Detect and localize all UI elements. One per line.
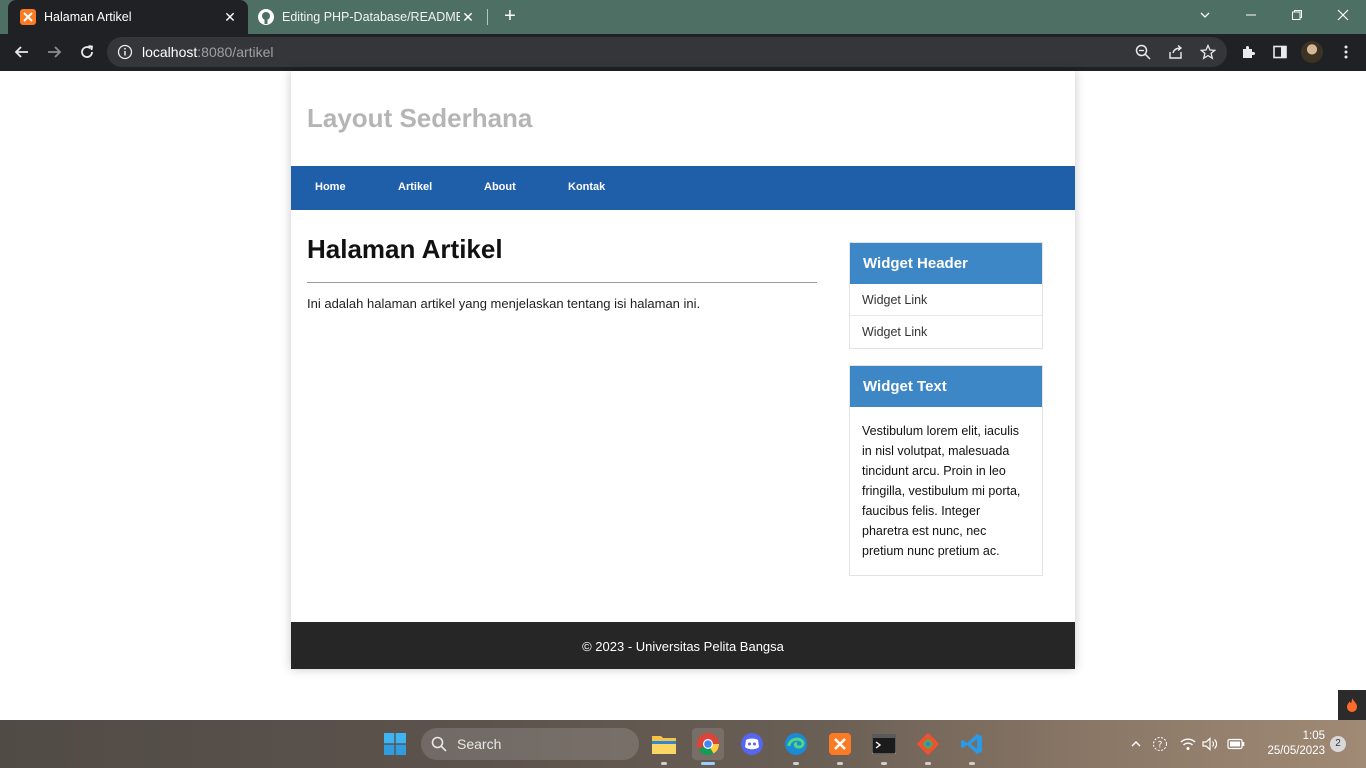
article-body: Ini adalah halaman artikel yang menjelas… <box>307 296 701 311</box>
xampp-icon[interactable] <box>824 728 856 765</box>
widget-text: Widget Text Vestibulum lorem elit, iacul… <box>849 365 1043 576</box>
tab-separator <box>487 9 488 25</box>
nav-artikel[interactable]: Artikel <box>398 181 432 193</box>
site-header: Layout Sederhana <box>291 71 1075 166</box>
new-tab-icon[interactable]: + <box>499 5 521 27</box>
nav-about[interactable]: About <box>484 181 516 193</box>
bookmark-star-icon[interactable] <box>1196 40 1220 64</box>
share-icon[interactable] <box>1164 40 1188 64</box>
browser-tab-strip: Halaman Artikel ✕ Editing PHP-Database/R… <box>0 0 1366 34</box>
forward-icon[interactable] <box>42 40 66 64</box>
volume-icon[interactable] <box>1200 734 1220 754</box>
main-nav: Home Artikel About Kontak <box>291 166 1075 210</box>
site-info-icon[interactable] <box>117 44 133 65</box>
battery-icon[interactable] <box>1226 734 1246 754</box>
flame-icon[interactable] <box>1338 690 1366 720</box>
back-icon[interactable] <box>10 40 34 64</box>
svg-text:?: ? <box>1158 741 1163 751</box>
widget-header-title: Widget Header <box>850 243 1042 284</box>
side-panel-icon[interactable] <box>1268 40 1292 64</box>
running-indicator <box>793 762 799 765</box>
help-icon[interactable]: ? <box>1150 734 1170 754</box>
browser-toolbar: localhost:8080/artikel <box>0 34 1366 71</box>
extensions-icon[interactable] <box>1236 40 1260 64</box>
running-indicator <box>969 762 975 765</box>
tab-title: Editing PHP-Database/README.m <box>282 10 460 24</box>
windows-taskbar: Search ? 1:05 25/05/2023 2 <box>0 720 1366 768</box>
terminal-icon[interactable] <box>868 728 900 765</box>
widget-links: Widget Header Widget Link Widget Link <box>849 242 1043 349</box>
more-menu-icon[interactable] <box>1334 40 1358 64</box>
reload-icon[interactable] <box>75 40 99 64</box>
url-path: :8080/artikel <box>197 44 274 60</box>
xampp-icon <box>20 9 36 25</box>
profile-avatar[interactable] <box>1301 41 1323 63</box>
windows-start-icon[interactable] <box>384 733 406 755</box>
running-indicator <box>701 762 715 765</box>
search-label: Search <box>457 736 502 752</box>
url-text: localhost:8080/artikel <box>142 44 274 60</box>
edge-icon[interactable] <box>780 728 812 765</box>
url-host: localhost <box>142 44 198 60</box>
site-title: Layout Sederhana <box>307 103 533 133</box>
web-page: Layout Sederhana Home Artikel About Kont… <box>0 71 1366 720</box>
running-indicator <box>661 762 667 765</box>
clock-date: 25/05/2023 <box>1267 745 1325 757</box>
close-tab-icon[interactable]: ✕ <box>460 9 476 26</box>
taskbar-search[interactable]: Search <box>421 728 639 760</box>
widget-link[interactable]: Widget Link <box>850 284 1042 316</box>
close-window-icon[interactable] <box>1320 0 1366 30</box>
vscode-icon[interactable] <box>956 728 988 765</box>
zoom-icon[interactable] <box>1131 40 1155 64</box>
widget-link[interactable]: Widget Link <box>850 316 1042 348</box>
close-tab-icon[interactable]: ✕ <box>222 9 238 26</box>
running-indicator <box>837 762 843 765</box>
address-bar[interactable]: localhost:8080/artikel <box>107 37 1227 67</box>
file-explorer-icon[interactable] <box>648 728 680 765</box>
tab-title: Halaman Artikel <box>44 10 132 24</box>
taskbar-clock[interactable]: 1:05 25/05/2023 <box>1255 729 1325 759</box>
widget-text-body: Vestibulum lorem elit, iaculis in nisl v… <box>862 424 1021 558</box>
heading-divider <box>307 282 817 283</box>
git-app-icon[interactable] <box>912 728 944 765</box>
clock-time: 1:05 <box>1302 730 1325 742</box>
nav-home[interactable]: Home <box>315 181 346 193</box>
minimize-icon[interactable] <box>1228 0 1274 30</box>
restore-icon[interactable] <box>1274 0 1320 30</box>
widget-text-title: Widget Text <box>850 366 1042 407</box>
notification-badge[interactable]: 2 <box>1330 736 1346 752</box>
search-icon <box>431 736 447 757</box>
github-icon <box>258 9 274 25</box>
page-heading: Halaman Artikel <box>307 234 503 264</box>
chrome-icon[interactable] <box>692 728 724 765</box>
page-container: Layout Sederhana Home Artikel About Kont… <box>291 71 1075 669</box>
discord-icon[interactable] <box>736 728 768 760</box>
wifi-icon[interactable] <box>1178 734 1198 754</box>
chevron-up-icon[interactable] <box>1126 734 1146 754</box>
tab-search-chevron-icon[interactable] <box>1182 0 1228 30</box>
tab-halaman-artikel[interactable]: Halaman Artikel ✕ <box>8 0 248 34</box>
tab-editing-readme[interactable]: Editing PHP-Database/README.m ✕ <box>250 0 486 34</box>
site-footer: © 2023 - Universitas Pelita Bangsa <box>291 622 1075 669</box>
nav-kontak[interactable]: Kontak <box>568 181 605 193</box>
running-indicator <box>925 762 931 765</box>
running-indicator <box>881 762 887 765</box>
